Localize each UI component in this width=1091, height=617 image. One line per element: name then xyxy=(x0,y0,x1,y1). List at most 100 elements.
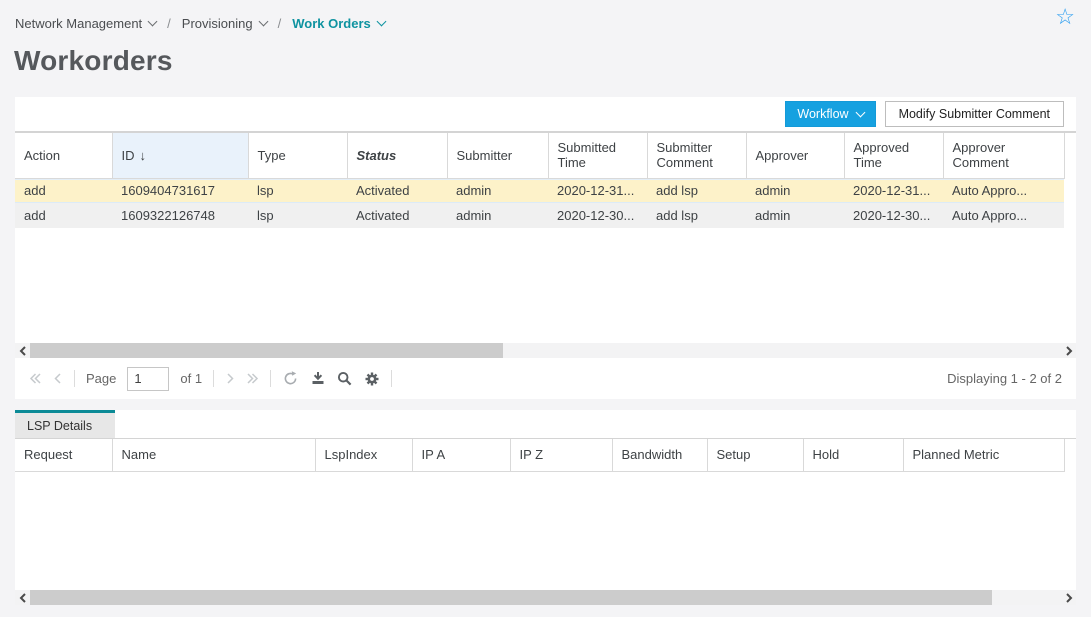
column-header-setup[interactable]: Setup xyxy=(707,439,803,471)
column-header-bandwidth[interactable]: Bandwidth xyxy=(612,439,707,471)
cell[interactable]: Activated xyxy=(347,203,447,228)
lsp-details-table: Request Name LspIndex IP A IP Z Bandwidth Setu… xyxy=(15,439,1065,472)
breadcrumb: Network Management / Provisioning / Work… xyxy=(0,0,1091,33)
displaying-status: Displaying 1 - 2 of 2 xyxy=(947,371,1062,386)
first-page-button[interactable] xyxy=(29,372,42,385)
refresh-icon[interactable] xyxy=(282,370,299,387)
scrollbar-track[interactable] xyxy=(30,590,1061,605)
workorders-toolbar: Workflow Modify Submitter Comment xyxy=(15,97,1076,133)
column-label: Request xyxy=(24,447,72,462)
breadcrumb-provisioning[interactable]: Provisioning xyxy=(182,16,267,31)
page-count-label: of 1 xyxy=(180,371,202,386)
column-header-hold[interactable]: Hold xyxy=(803,439,903,471)
column-label: Planned Metric xyxy=(913,447,1000,462)
horizontal-scrollbar[interactable] xyxy=(15,343,1076,358)
cell[interactable]: admin xyxy=(447,203,548,228)
cell[interactable]: Auto Appro... xyxy=(943,203,1064,228)
scroll-left-icon[interactable] xyxy=(15,343,30,358)
column-header-name[interactable]: Name xyxy=(112,439,315,471)
column-header-submitter[interactable]: Submitter xyxy=(447,133,548,178)
cell[interactable]: 2020-12-31... xyxy=(548,178,647,203)
column-label: Name xyxy=(122,447,157,462)
column-label: Action xyxy=(24,148,60,163)
column-header-action[interactable]: Action xyxy=(15,133,112,178)
column-header-planned-metric[interactable]: Planned Metric xyxy=(903,439,1064,471)
column-label: IP A xyxy=(422,447,446,462)
column-label: Bandwidth xyxy=(622,447,683,462)
cell[interactable]: admin xyxy=(746,178,844,203)
scrollbar-thumb[interactable] xyxy=(30,590,992,605)
favorite-star-icon[interactable]: ☆ xyxy=(1055,6,1075,28)
cell[interactable]: add lsp xyxy=(647,178,746,203)
toolbar-separator xyxy=(74,370,75,387)
page-label: Page xyxy=(86,371,116,386)
cell[interactable]: 1609404731617 xyxy=(112,178,248,203)
header-row: Request Name LspIndex IP A IP Z Bandwidth Setu… xyxy=(15,439,1064,471)
chevron-down-icon xyxy=(148,16,158,26)
column-header-lspindex[interactable]: LspIndex xyxy=(315,439,412,471)
column-header-approver-comment[interactable]: Approver Comment xyxy=(943,133,1064,178)
scrollbar-track[interactable] xyxy=(30,343,1061,358)
column-label: Type xyxy=(258,148,286,163)
next-page-button[interactable] xyxy=(225,372,235,385)
column-header-approver[interactable]: Approver xyxy=(746,133,844,178)
cell[interactable]: Activated xyxy=(347,178,447,203)
header-row: Action ID↓ Type StatusSubmitter Submitted Ti… xyxy=(15,133,1064,178)
workorders-table: Action ID↓ Type StatusSubmitter Submitted Ti… xyxy=(15,133,1065,228)
cell[interactable]: 1609322126748 xyxy=(112,203,248,228)
details-tab-strip: LSP Details xyxy=(15,410,1076,439)
page-title: Workorders xyxy=(14,45,1091,77)
workflow-button[interactable]: Workflow xyxy=(785,101,875,127)
column-header-submitter-comment[interactable]: Submitter Comment xyxy=(647,133,746,178)
cell[interactable]: add xyxy=(15,203,112,228)
table-row[interactable]: add1609322126748lspActivatedadmin2020-12… xyxy=(15,203,1064,228)
cell[interactable]: add lsp xyxy=(647,203,746,228)
pagination-toolbar: Page of 1 Displaying 1 - 2 of 2 xyxy=(15,358,1076,399)
column-label: Submitter Comment xyxy=(657,140,713,170)
cell[interactable]: Auto Appro... xyxy=(943,178,1064,203)
gear-icon[interactable] xyxy=(364,371,380,387)
column-header-ip-z[interactable]: IP Z xyxy=(510,439,612,471)
cell[interactable]: add xyxy=(15,178,112,203)
table-row[interactable]: add1609404731617lspActivatedadmin2020-12… xyxy=(15,178,1064,203)
modify-submitter-comment-button[interactable]: Modify Submitter Comment xyxy=(885,101,1064,127)
column-label: Submitted Time xyxy=(558,140,617,170)
toolbar-separator xyxy=(213,370,214,387)
breadcrumb-label: Provisioning xyxy=(182,16,253,31)
column-header-submitted-time[interactable]: Submitted Time xyxy=(548,133,647,178)
cell[interactable]: 2020-12-30... xyxy=(548,203,647,228)
page-number-input[interactable] xyxy=(127,367,169,391)
workorders-panel: Workflow Modify Submitter Comment Action… xyxy=(15,97,1076,399)
breadcrumb-network-management[interactable]: Network Management xyxy=(15,16,156,31)
cell[interactable]: 2020-12-31... xyxy=(844,178,943,203)
export-download-icon[interactable] xyxy=(310,371,326,386)
column-header-approved-time[interactable]: Approved Time xyxy=(844,133,943,178)
column-header-status[interactable]: Status xyxy=(347,133,447,178)
column-label: Approver Comment xyxy=(953,140,1009,170)
scroll-left-icon[interactable] xyxy=(15,590,30,605)
scroll-right-icon[interactable] xyxy=(1061,590,1076,605)
breadcrumb-separator: / xyxy=(278,16,282,31)
cell[interactable]: admin xyxy=(746,203,844,228)
breadcrumb-work-orders[interactable]: Work Orders xyxy=(292,16,385,31)
breadcrumb-separator: / xyxy=(167,16,171,31)
cell[interactable]: 2020-12-30... xyxy=(844,203,943,228)
column-header-ip-a[interactable]: IP A xyxy=(412,439,510,471)
scroll-right-icon[interactable] xyxy=(1061,343,1076,358)
search-icon[interactable] xyxy=(337,371,353,387)
cell[interactable]: lsp xyxy=(248,178,347,203)
column-header-type[interactable]: Type xyxy=(248,133,347,178)
column-header-request[interactable]: Request xyxy=(15,439,112,471)
tab-lsp-details[interactable]: LSP Details xyxy=(15,410,115,438)
column-header-id[interactable]: ID↓ xyxy=(112,133,248,178)
previous-page-button[interactable] xyxy=(53,372,63,385)
cell[interactable]: admin xyxy=(447,178,548,203)
scrollbar-thumb[interactable] xyxy=(30,343,503,358)
column-label: LspIndex xyxy=(325,447,378,462)
chevron-down-icon xyxy=(258,16,268,26)
breadcrumb-label: Work Orders xyxy=(292,16,371,31)
last-page-button[interactable] xyxy=(246,372,259,385)
chevron-down-icon xyxy=(376,16,386,26)
cell[interactable]: lsp xyxy=(248,203,347,228)
horizontal-scrollbar[interactable] xyxy=(15,590,1076,605)
